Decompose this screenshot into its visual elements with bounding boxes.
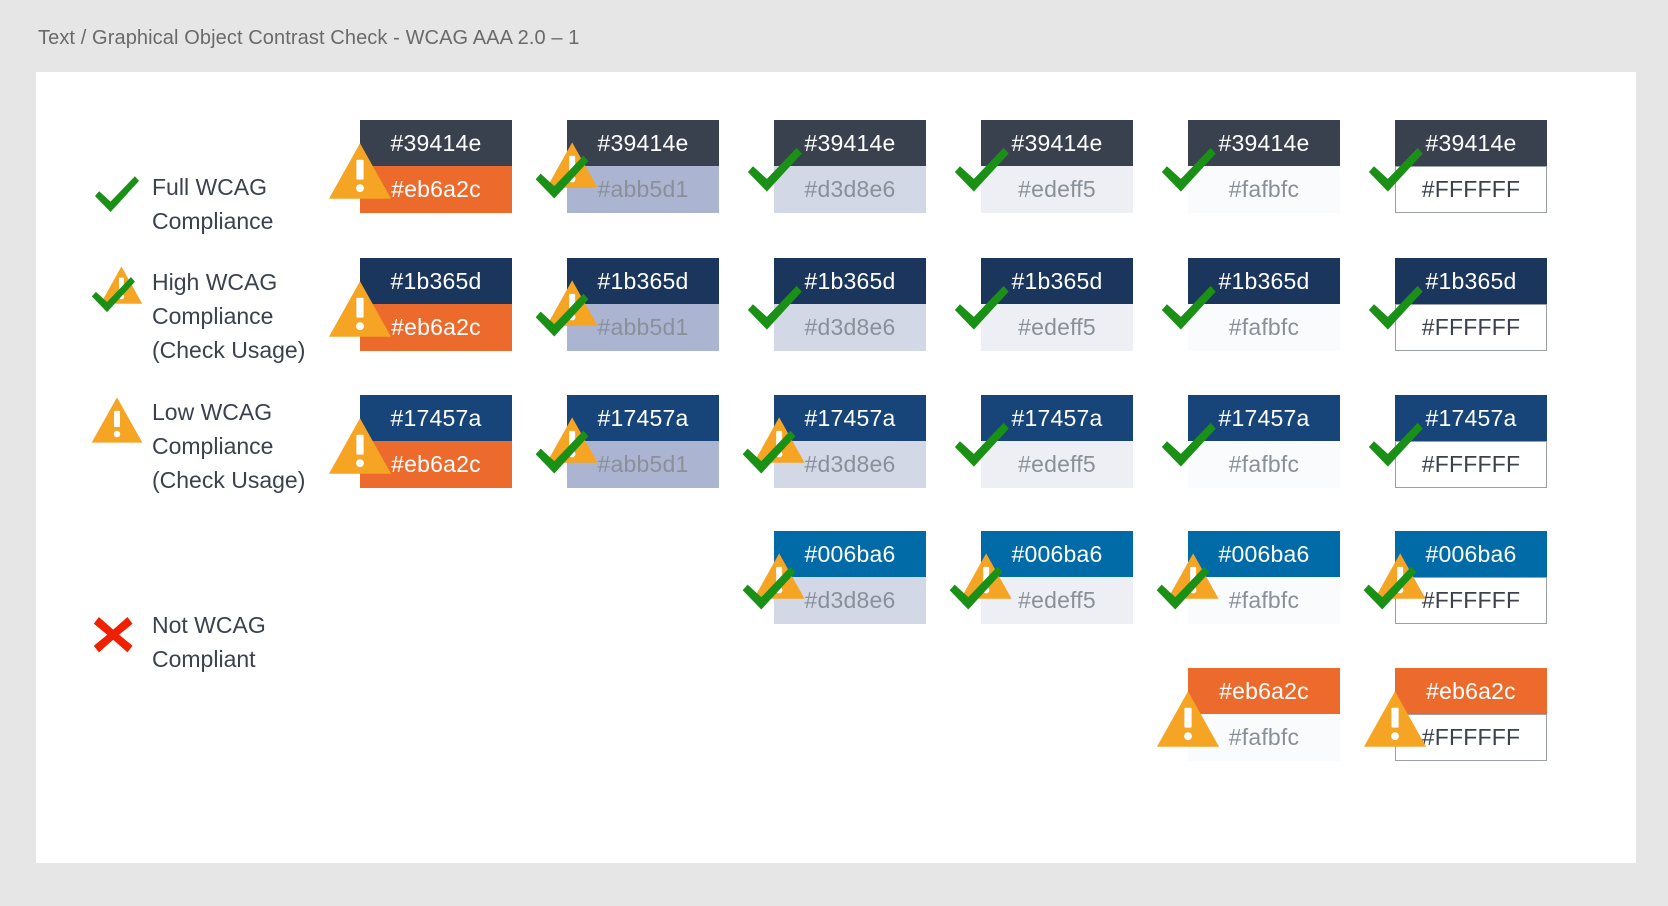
check-icon — [1359, 414, 1432, 477]
status-high-icon — [1150, 549, 1226, 615]
content-card: Full WCAG ComplianceHigh WCAG Compliance… — [36, 72, 1636, 863]
status-full-icon — [1150, 138, 1226, 204]
warning-icon — [322, 413, 398, 479]
swatch-cell: #006ba6#edeff5 — [981, 531, 1133, 624]
swatch-cell: #1b365d#eb6a2c — [360, 258, 512, 351]
check-icon — [733, 422, 804, 484]
page-title: Text / Graphical Object Contrast Check -… — [38, 27, 579, 50]
status-full-icon — [736, 138, 812, 204]
swatch-cell: #006ba6#FFFFFF — [1395, 531, 1547, 624]
swatch-cell: #17457a#FFFFFF — [1395, 395, 1547, 488]
check-icon — [945, 414, 1018, 477]
status-full-icon — [1357, 276, 1433, 342]
swatch-cell: #1b365d#fafbfc — [1188, 258, 1340, 351]
swatch-cell: #eb6a2c#FFFFFF — [1395, 668, 1547, 761]
warning-icon — [1357, 686, 1433, 752]
swatch-cell: #17457a#d3d8e6 — [774, 395, 926, 488]
status-high-icon — [736, 413, 812, 479]
check-icon — [940, 558, 1011, 620]
swatch-cell: #39414e#abb5d1 — [567, 120, 719, 213]
swatch-cell: #006ba6#fafbfc — [1188, 531, 1340, 624]
swatch-cell: #39414e#edeff5 — [981, 120, 1133, 213]
swatch-cell: #39414e#FFFFFF — [1395, 120, 1547, 213]
status-full-icon — [1150, 276, 1226, 342]
swatch-cell: #1b365d#d3d8e6 — [774, 258, 926, 351]
swatch-cell: #39414e#eb6a2c — [360, 120, 512, 213]
swatch-cell: #eb6a2c#fafbfc — [1188, 668, 1340, 761]
check-icon — [738, 277, 811, 340]
check-icon — [1359, 277, 1432, 340]
check-icon — [1152, 414, 1225, 477]
status-full-icon — [943, 276, 1019, 342]
status-full-icon — [943, 138, 1019, 204]
status-low-icon — [1357, 686, 1433, 752]
status-high-icon — [943, 549, 1019, 615]
status-full-icon — [736, 276, 812, 342]
status-high-icon — [529, 276, 605, 342]
warning-icon — [322, 138, 398, 204]
check-icon — [526, 147, 597, 209]
swatch-cell: #17457a#edeff5 — [981, 395, 1133, 488]
check-icon — [526, 422, 597, 484]
check-icon — [1359, 139, 1432, 202]
check-icon — [945, 277, 1018, 340]
check-icon — [945, 139, 1018, 202]
check-icon — [733, 558, 804, 620]
swatch-grid: #39414e#eb6a2c #39414e#abb5d1 #39414e#d3d8… — [36, 72, 1636, 863]
status-low-icon — [322, 413, 398, 479]
swatch-cell: #39414e#d3d8e6 — [774, 120, 926, 213]
status-full-icon — [1357, 413, 1433, 479]
status-low-icon — [322, 276, 398, 342]
swatch-cell: #17457a#abb5d1 — [567, 395, 719, 488]
status-high-icon — [529, 413, 605, 479]
status-full-icon — [943, 413, 1019, 479]
check-icon — [738, 139, 811, 202]
check-icon — [1152, 139, 1225, 202]
swatch-cell: #17457a#eb6a2c — [360, 395, 512, 488]
swatch-cell: #1b365d#edeff5 — [981, 258, 1133, 351]
check-icon — [1147, 558, 1218, 620]
warning-icon — [1150, 686, 1226, 752]
check-icon — [1152, 277, 1225, 340]
status-high-icon — [736, 549, 812, 615]
swatch-cell: #1b365d#FFFFFF — [1395, 258, 1547, 351]
status-low-icon — [1150, 686, 1226, 752]
status-full-icon — [1357, 138, 1433, 204]
check-icon — [526, 285, 597, 347]
check-icon — [1354, 558, 1425, 620]
swatch-cell: #39414e#fafbfc — [1188, 120, 1340, 213]
swatch-cell: #006ba6#d3d8e6 — [774, 531, 926, 624]
status-low-icon — [322, 138, 398, 204]
warning-icon — [322, 276, 398, 342]
swatch-cell: #17457a#fafbfc — [1188, 395, 1340, 488]
status-high-icon — [529, 138, 605, 204]
swatch-cell: #1b365d#abb5d1 — [567, 258, 719, 351]
status-high-icon — [1357, 549, 1433, 615]
status-full-icon — [1150, 413, 1226, 479]
